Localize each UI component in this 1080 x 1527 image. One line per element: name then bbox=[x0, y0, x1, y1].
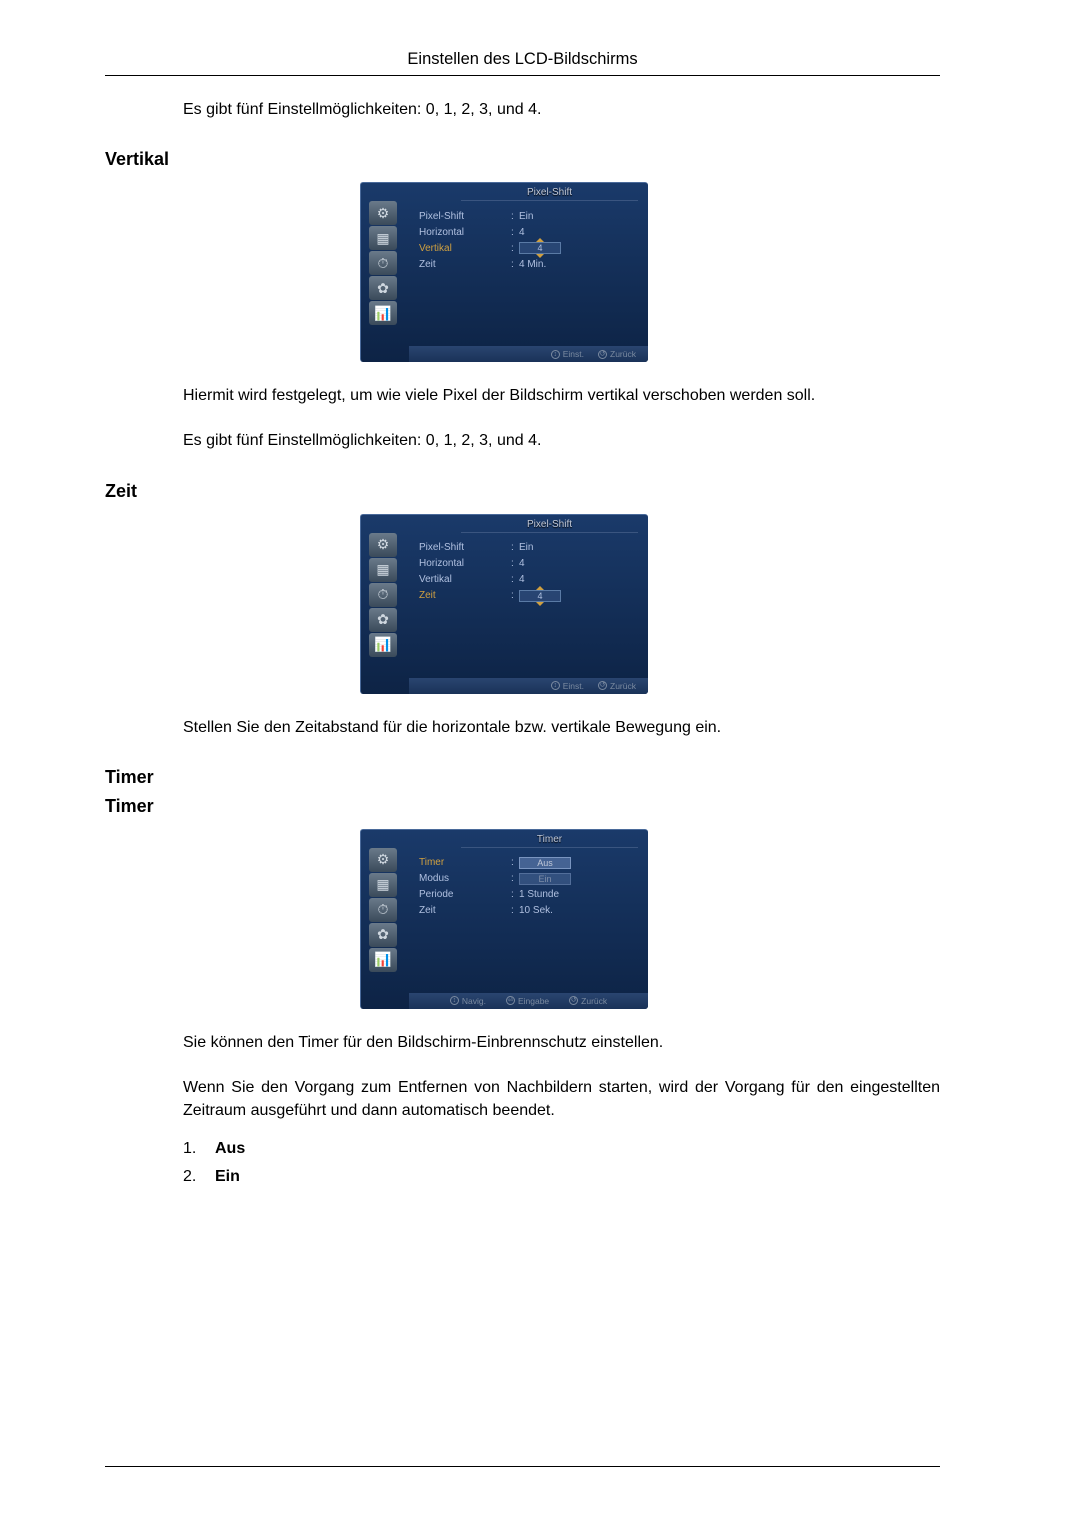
osd-row: Vertikal : 4 bbox=[419, 240, 636, 256]
osd-title: Timer bbox=[461, 834, 638, 848]
osd-label: Pixel-Shift bbox=[419, 542, 511, 553]
nav-icon: ↕ bbox=[450, 996, 459, 1005]
heading-zeit: Zeit bbox=[105, 481, 940, 502]
osd-tabs: ⚙ ▦ ⏱ ✿ 📊 bbox=[369, 848, 399, 972]
osd-spinner[interactable]: 4 bbox=[519, 590, 561, 602]
list-label: Aus bbox=[215, 1140, 245, 1158]
osd-select-option[interactable]: Ein bbox=[519, 873, 571, 885]
osd-title: Pixel-Shift bbox=[461, 187, 638, 201]
footer-btn[interactable]: Eingabe bbox=[518, 996, 549, 1006]
tab-icon-4[interactable]: ✿ bbox=[369, 923, 397, 947]
adjust-icon: ↕ bbox=[551, 681, 560, 690]
zeit-para-1: Stellen Sie den Zeitabstand für die hori… bbox=[183, 716, 940, 739]
osd-label: Horizontal bbox=[419, 227, 511, 238]
footer-btn[interactable]: Einst. bbox=[563, 349, 584, 359]
vertikal-para-2: Es gibt fünf Einstellmöglichkeiten: 0, 1… bbox=[183, 429, 940, 452]
tab-icon-5[interactable]: 📊 bbox=[369, 301, 397, 325]
timer-options-list: 1. Aus 2. Ein bbox=[183, 1140, 940, 1186]
tab-icon-3[interactable]: ⏱ bbox=[369, 898, 397, 922]
osd-footer: ↕Einst. ↺Zurück bbox=[409, 346, 648, 362]
osd-row: Pixel-Shift : Ein bbox=[419, 540, 636, 556]
back-icon: ↺ bbox=[598, 681, 607, 690]
vertikal-para-1: Hiermit wird festgelegt, um wie viele Pi… bbox=[183, 384, 940, 407]
osd-row: Zeit : 4 Min. bbox=[419, 256, 636, 272]
osd-row: Horizontal : 4 bbox=[419, 556, 636, 572]
tab-icon-2[interactable]: ▦ bbox=[369, 558, 397, 582]
footer-rule bbox=[105, 1466, 940, 1467]
list-number: 1. bbox=[183, 1140, 201, 1158]
tab-icon-1[interactable]: ⚙ bbox=[369, 848, 397, 872]
tab-icon-3[interactable]: ⏱ bbox=[369, 251, 397, 275]
tab-icon-1[interactable]: ⚙ bbox=[369, 201, 397, 225]
adjust-icon: ↕ bbox=[551, 350, 560, 359]
osd-value: Ein bbox=[519, 873, 571, 885]
back-icon: ↺ bbox=[569, 996, 578, 1005]
osd-row: Vertikal : 4 bbox=[419, 572, 636, 588]
osd-spinner[interactable]: 4 bbox=[519, 242, 561, 254]
osd-row: Modus : Ein bbox=[419, 871, 636, 887]
tab-icon-2[interactable]: ▦ bbox=[369, 226, 397, 250]
tab-icon-4[interactable]: ✿ bbox=[369, 608, 397, 632]
osd-row: Pixel-Shift : Ein bbox=[419, 208, 636, 224]
osd-value: 4 Min. bbox=[519, 259, 546, 270]
footer-btn[interactable]: Navig. bbox=[462, 996, 486, 1006]
tab-icon-4[interactable]: ✿ bbox=[369, 276, 397, 300]
osd-label: Vertikal bbox=[419, 574, 511, 585]
osd-label-active: Vertikal bbox=[419, 243, 511, 254]
osd-row: Periode : 1 Stunde bbox=[419, 887, 636, 903]
intro-text: Es gibt fünf Einstellmöglichkeiten: 0, 1… bbox=[183, 98, 940, 121]
tab-icon-5[interactable]: 📊 bbox=[369, 948, 397, 972]
list-item: 2. Ein bbox=[183, 1168, 940, 1186]
osd-value: 4 bbox=[519, 558, 525, 569]
osd-footer: ↕Navig. ⏎Eingabe ↺Zurück bbox=[409, 993, 648, 1009]
osd-value: 10 Sek. bbox=[519, 905, 553, 916]
page-header: Einstellen des LCD-Bildschirms bbox=[105, 50, 940, 76]
osd-label: Pixel-Shift bbox=[419, 211, 511, 222]
list-item: 1. Aus bbox=[183, 1140, 940, 1158]
osd-label-active: Zeit bbox=[419, 590, 511, 601]
back-icon: ↺ bbox=[598, 350, 607, 359]
osd-label: Zeit bbox=[419, 259, 511, 270]
osd-label: Periode bbox=[419, 889, 511, 900]
list-label: Ein bbox=[215, 1168, 240, 1186]
heading-vertikal: Vertikal bbox=[105, 149, 940, 170]
osd-label: Horizontal bbox=[419, 558, 511, 569]
osd-tabs: ⚙ ▦ ⏱ ✿ 📊 bbox=[369, 201, 399, 325]
osd-label: Modus bbox=[419, 873, 511, 884]
osd-timer: Timer ⚙ ▦ ⏱ ✿ 📊 Timer : Aus Modus : bbox=[360, 829, 648, 1009]
tab-icon-5[interactable]: 📊 bbox=[369, 633, 397, 657]
osd-label-active: Timer bbox=[419, 857, 511, 868]
timer-para-1: Sie können den Timer für den Bildschirm-… bbox=[183, 1031, 940, 1054]
osd-title: Pixel-Shift bbox=[461, 519, 638, 533]
osd-label: Zeit bbox=[419, 905, 511, 916]
tab-icon-2[interactable]: ▦ bbox=[369, 873, 397, 897]
osd-value: Ein bbox=[519, 211, 533, 222]
osd-row: Horizontal : 4 bbox=[419, 224, 636, 240]
osd-value: 4 bbox=[519, 574, 525, 585]
osd-footer: ↕Einst. ↺Zurück bbox=[409, 678, 648, 694]
osd-row: Zeit : 10 Sek. bbox=[419, 903, 636, 919]
timer-para-2: Wenn Sie den Vorgang zum Entfernen von N… bbox=[183, 1076, 940, 1122]
osd-value: Aus bbox=[519, 857, 571, 869]
footer-btn[interactable]: Zurück bbox=[610, 349, 636, 359]
tab-icon-3[interactable]: ⏱ bbox=[369, 583, 397, 607]
osd-value: 4 bbox=[519, 227, 525, 238]
osd-value: 1 Stunde bbox=[519, 889, 559, 900]
footer-btn[interactable]: Zurück bbox=[581, 996, 607, 1006]
osd-value: Ein bbox=[519, 542, 533, 553]
tab-icon-1[interactable]: ⚙ bbox=[369, 533, 397, 557]
enter-icon: ⏎ bbox=[506, 996, 515, 1005]
list-number: 2. bbox=[183, 1168, 201, 1186]
osd-zeit: Pixel-Shift ⚙ ▦ ⏱ ✿ 📊 Pixel-Shift : Ein … bbox=[360, 514, 648, 694]
osd-tabs: ⚙ ▦ ⏱ ✿ 📊 bbox=[369, 533, 399, 657]
osd-row: Zeit : 4 bbox=[419, 588, 636, 604]
footer-btn[interactable]: Einst. bbox=[563, 681, 584, 691]
osd-select-option[interactable]: Aus bbox=[519, 857, 571, 869]
heading-timer-2: Timer bbox=[105, 796, 940, 817]
osd-vertikal: Pixel-Shift ⚙ ▦ ⏱ ✿ 📊 Pixel-Shift : Ein … bbox=[360, 182, 648, 362]
footer-btn[interactable]: Zurück bbox=[610, 681, 636, 691]
osd-row: Timer : Aus bbox=[419, 855, 636, 871]
heading-timer-1: Timer bbox=[105, 767, 940, 788]
